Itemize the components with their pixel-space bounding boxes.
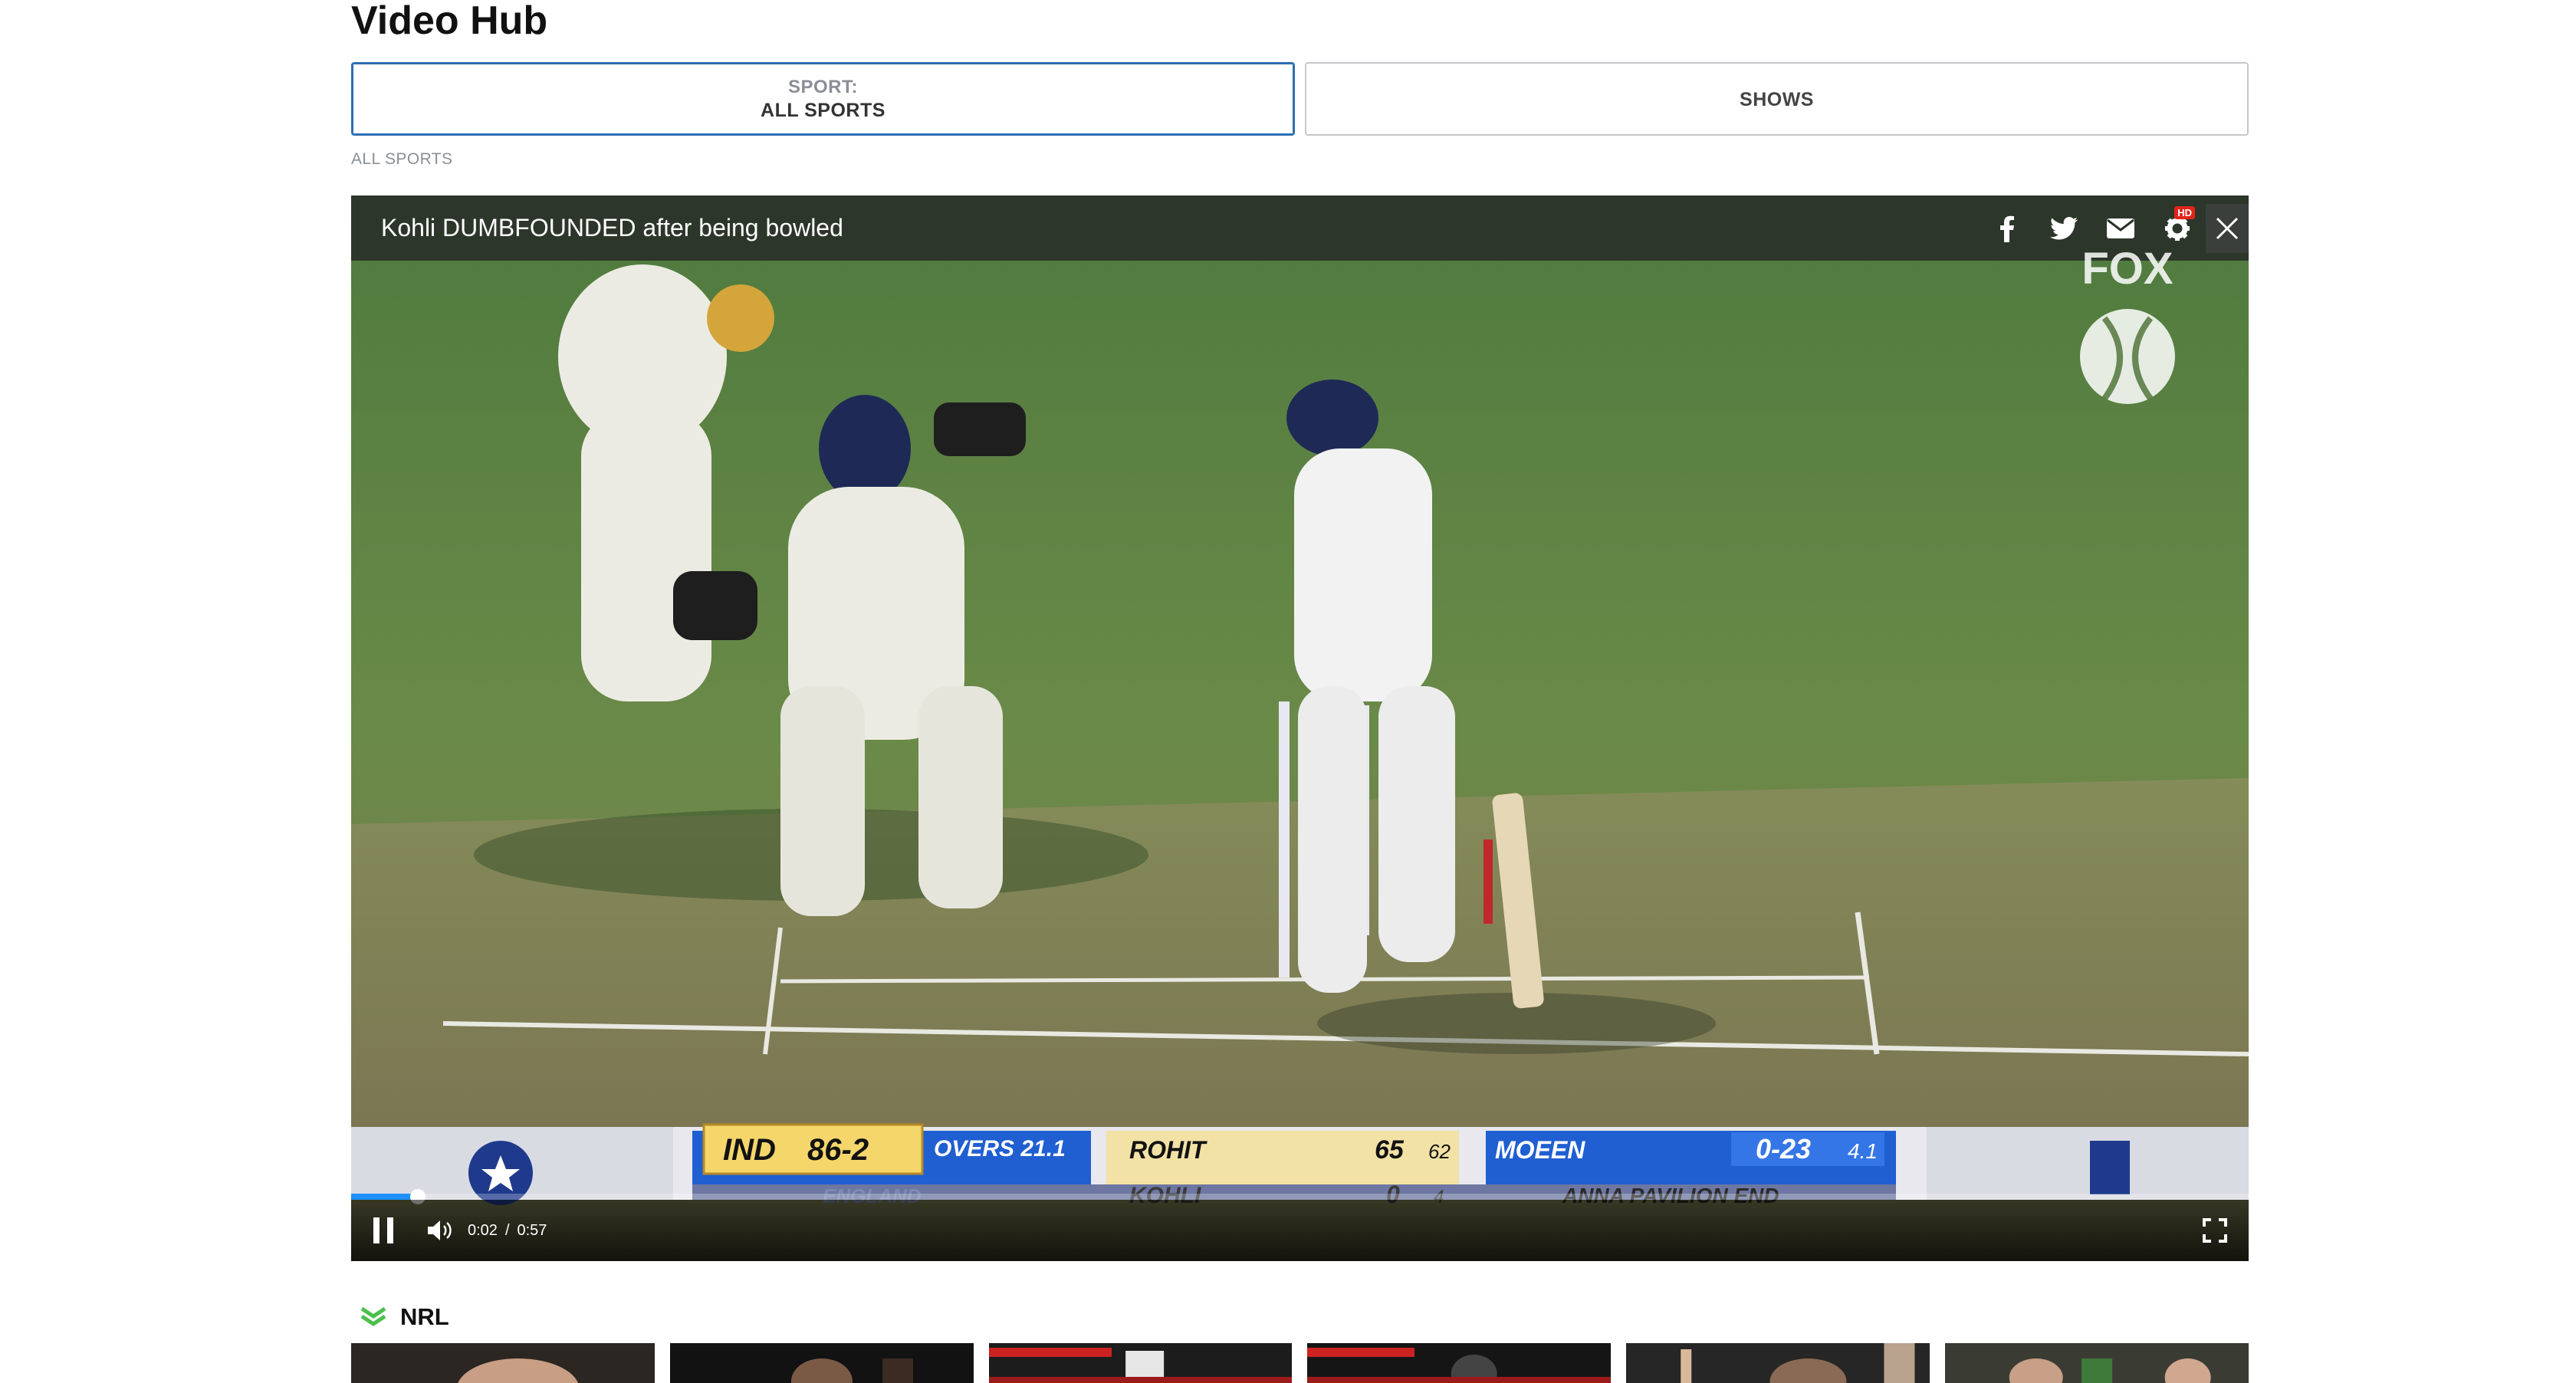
close-icon bbox=[2216, 217, 2239, 239]
scorebug-score: 86-2 bbox=[807, 1133, 869, 1167]
scorebug-batter1-name: ROHIT bbox=[1129, 1136, 1208, 1164]
scorebug-batter1-runs: 65 bbox=[1375, 1135, 1405, 1165]
video-thumbnail[interactable] bbox=[1307, 1343, 1612, 1383]
page-title: Video Hub bbox=[351, 0, 548, 43]
watermark-text: FOX bbox=[2082, 245, 2174, 294]
progress-bar[interactable] bbox=[351, 1189, 2249, 1204]
hd-badge: HD bbox=[2174, 206, 2195, 219]
facebook-icon[interactable] bbox=[1979, 195, 2036, 261]
thumbnail-image bbox=[988, 1343, 1293, 1383]
pause-icon bbox=[373, 1217, 393, 1243]
scorebug-batter1-balls: 62 bbox=[1428, 1140, 1451, 1163]
nrl-video-carousel bbox=[351, 1343, 2249, 1383]
video-thumbnail[interactable] bbox=[669, 1343, 974, 1383]
fullscreen-icon bbox=[2203, 1218, 2227, 1243]
video-hub-page: Video Hub SPORT: ALL SPORTS SHOWS ALL SP… bbox=[0, 0, 2576, 1383]
volume-button[interactable] bbox=[416, 1200, 468, 1261]
video-thumbnail[interactable] bbox=[1626, 1343, 1930, 1383]
video-thumbnail[interactable] bbox=[988, 1343, 1293, 1383]
progress-fill bbox=[351, 1194, 418, 1200]
video-thumbnail[interactable] bbox=[351, 1343, 655, 1383]
current-time: 0:02 bbox=[468, 1221, 498, 1239]
thumbnail-image bbox=[351, 1343, 655, 1383]
sport-filter-dropdown[interactable]: SPORT: ALL SPORTS bbox=[351, 62, 1295, 136]
scorebug-overs: OVERS 21.1 bbox=[934, 1136, 1066, 1161]
thumbnail-image bbox=[1626, 1343, 1930, 1383]
player-controls: 0:02 / 0:57 bbox=[351, 1200, 2249, 1261]
pause-button[interactable] bbox=[351, 1200, 416, 1261]
sport-filter-value: ALL SPORTS bbox=[761, 99, 886, 121]
thumbnail-image bbox=[669, 1343, 974, 1383]
video-player[interactable]: IND 86-2 OVERS 21.1 ENGLAND ROHIT 65 62 … bbox=[351, 195, 2249, 1261]
scorebug-bowler-name: MOEEN bbox=[1495, 1136, 1585, 1164]
scorebug-team: IND bbox=[723, 1133, 776, 1167]
fullscreen-button[interactable] bbox=[2181, 1200, 2249, 1261]
video-title: Kohli DUMBFOUNDED after being bowled bbox=[381, 214, 843, 241]
volume-icon bbox=[428, 1220, 452, 1240]
time-separator: / bbox=[504, 1221, 510, 1239]
scorebug-bowler-overs: 4.1 bbox=[1848, 1139, 1878, 1163]
player-title-bar: Kohli DUMBFOUNDED after being bowled HD bbox=[351, 195, 2249, 261]
filter-bar: SPORT: ALL SPORTS SHOWS bbox=[351, 62, 2249, 136]
sport-filter-label: SPORT: bbox=[787, 76, 858, 97]
fox-cricket-logo: FOX bbox=[2080, 245, 2175, 404]
duration: 0:57 bbox=[517, 1221, 547, 1239]
shows-filter-value: SHOWS bbox=[1740, 88, 1814, 110]
nrl-section-header: NRL bbox=[360, 1303, 449, 1331]
thumbnail-image bbox=[1307, 1343, 1612, 1383]
video-frame: IND 86-2 OVERS 21.1 ENGLAND ROHIT 65 62 … bbox=[351, 195, 2249, 1261]
shows-filter-dropdown[interactable]: SHOWS bbox=[1305, 62, 2249, 136]
section-title: NRL bbox=[400, 1303, 449, 1330]
breadcrumb: ALL SPORTS bbox=[351, 150, 453, 168]
close-button[interactable] bbox=[2206, 203, 2249, 253]
thumbnail-image bbox=[1945, 1343, 2249, 1383]
scorebug-bowler-figures: 0-23 bbox=[1756, 1133, 1811, 1165]
video-thumbnail[interactable] bbox=[1945, 1343, 2249, 1383]
nrl-logo-icon bbox=[360, 1306, 386, 1327]
